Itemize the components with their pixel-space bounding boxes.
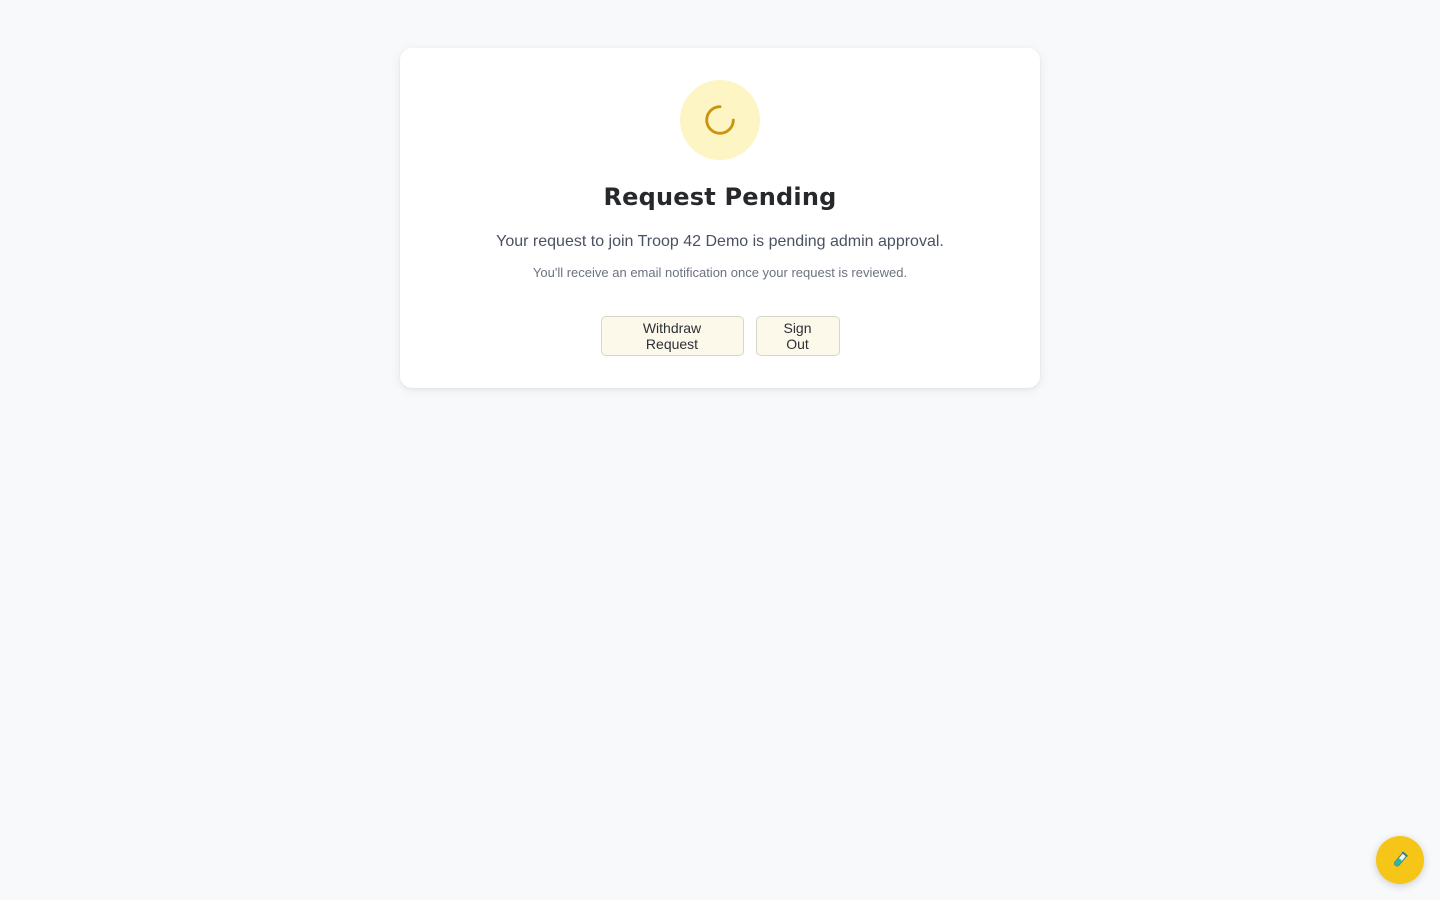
page: Request Pending Your request to join Tro…: [0, 0, 1440, 900]
pending-request-card: Request Pending Your request to join Tro…: [400, 48, 1040, 388]
action-buttons: Withdraw Request Sign Out: [400, 316, 1040, 356]
pending-message: Your request to join Troop 42 Demo is pe…: [496, 233, 944, 250]
page-title: Request Pending: [603, 183, 837, 211]
notification-note: You'll receive an email notification onc…: [532, 265, 908, 280]
pending-status-badge: [680, 80, 760, 160]
withdraw-request-button[interactable]: Withdraw Request: [600, 316, 744, 356]
loader-icon: [705, 105, 735, 135]
test-tube-icon: [1394, 851, 1408, 867]
floating-action-button[interactable]: [1376, 836, 1424, 884]
sign-out-button[interactable]: Sign Out: [755, 316, 840, 356]
